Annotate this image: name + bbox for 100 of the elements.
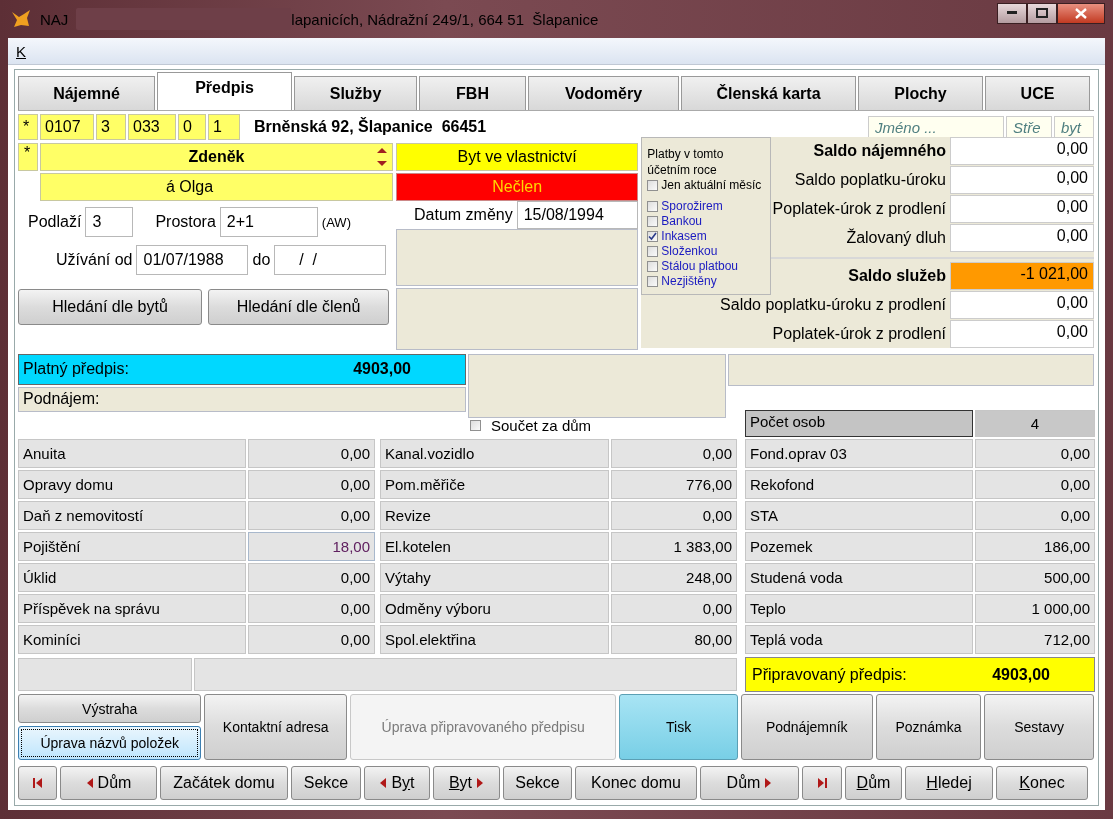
code-field[interactable]: 0107 xyxy=(40,114,94,140)
maximize-icon xyxy=(1036,8,1048,18)
nav-button[interactable]: Byt xyxy=(433,766,500,800)
item-label: Kanal.vozidlo xyxy=(380,439,609,468)
balance-label: Saldo poplatku-úroku z prodlení xyxy=(720,296,946,314)
item-label: Pozemek xyxy=(745,532,973,561)
nav-button[interactable]: Sekce xyxy=(503,766,572,800)
tab[interactable]: Služby xyxy=(294,76,417,110)
item-value[interactable]: 0,00 xyxy=(248,563,375,592)
item-value[interactable]: 0,00 xyxy=(248,625,375,654)
tab[interactable]: Nájemné xyxy=(18,76,155,110)
balance-label: Poplatek-úrok z prodlení xyxy=(772,200,946,218)
item-label: Odměny výboru xyxy=(380,594,609,623)
persons-value: 4 xyxy=(975,410,1095,437)
item-value[interactable]: 0,00 xyxy=(611,501,737,530)
item-value[interactable]: 0,00 xyxy=(611,594,737,623)
nav-button[interactable]: Dům xyxy=(845,766,902,800)
action-button[interactable]: Poznámka xyxy=(875,694,982,760)
item-value[interactable]: 0,00 xyxy=(248,594,375,623)
tab[interactable]: Předpis xyxy=(157,72,292,110)
nav-button[interactable]: Byt xyxy=(364,766,430,800)
item-value[interactable]: 0,00 xyxy=(975,501,1095,530)
nav-button[interactable]: Dům xyxy=(700,766,799,800)
nav-button[interactable]: Sekce xyxy=(291,766,361,800)
code-field[interactable]: * xyxy=(18,114,38,140)
action-button[interactable]: Podnájemník xyxy=(740,694,873,760)
item-label: Příspěvek na správu xyxy=(18,594,246,623)
nav-button[interactable]: Dům xyxy=(60,766,157,800)
checkbox[interactable] xyxy=(647,201,659,212)
tab[interactable]: Vodoměry xyxy=(528,76,679,110)
item-value[interactable]: 80,00 xyxy=(611,625,737,654)
item-value[interactable]: 0,00 xyxy=(975,439,1095,468)
usage-to-label: do xyxy=(252,251,271,269)
tab[interactable]: Členská karta xyxy=(681,76,856,110)
code-field[interactable]: 1 xyxy=(208,114,240,140)
item-value[interactable]: 248,00 xyxy=(611,563,737,592)
checkbox[interactable] xyxy=(647,261,659,272)
tab[interactable]: FBH xyxy=(419,76,526,110)
checkbox[interactable] xyxy=(470,420,481,431)
maximize-button[interactable] xyxy=(1027,2,1057,24)
item-value[interactable]: 0,00 xyxy=(248,501,375,530)
menu-item[interactable]: K xyxy=(14,42,28,60)
balance-value: 0,00 xyxy=(950,320,1094,348)
item-value[interactable]: 776,00 xyxy=(611,470,737,499)
action-button[interactable]: Úprava názvů položek xyxy=(18,726,202,760)
item-value[interactable]: 18,00 xyxy=(248,532,375,561)
spinner-icon[interactable] xyxy=(376,147,388,167)
nav-button[interactable]: Hledej xyxy=(905,766,993,800)
nav-button[interactable] xyxy=(18,766,57,800)
code-field[interactable]: 033 xyxy=(128,114,176,140)
checkbox[interactable] xyxy=(647,246,659,257)
tab[interactable]: Plochy xyxy=(858,76,983,110)
item-value[interactable]: 712,00 xyxy=(975,625,1095,654)
item-value[interactable]: 186,00 xyxy=(975,532,1095,561)
search-field[interactable]: byt xyxy=(1054,115,1094,139)
minimize-icon xyxy=(1007,11,1017,15)
payments-title: Platby v tomto účetním roce xyxy=(647,146,725,178)
app-name: NAJ xyxy=(40,10,69,28)
action-button[interactable]: Výstraha xyxy=(18,694,202,723)
action-button[interactable]: Sestavy xyxy=(984,694,1094,760)
search-field[interactable]: Jméno ... xyxy=(868,115,1004,139)
usage-from-field[interactable]: 01/07/1988 xyxy=(136,245,249,275)
nav-button[interactable]: Začátek domu xyxy=(160,766,288,800)
checkbox[interactable] xyxy=(647,180,659,191)
first-name: Zdeněk xyxy=(188,148,245,166)
tab[interactable]: UCE xyxy=(985,76,1090,110)
action-button[interactable]: Tisk xyxy=(619,694,738,760)
item-value[interactable]: 0,00 xyxy=(248,439,375,468)
checkbox[interactable] xyxy=(647,276,659,287)
item-value[interactable]: 0,00 xyxy=(248,470,375,499)
item-label: Teplo xyxy=(745,594,973,623)
nav-button[interactable]: Konec domu xyxy=(575,766,697,800)
ownership-status: Byt ve vlastnictví xyxy=(396,143,639,171)
nav-button[interactable]: Konec xyxy=(996,766,1088,800)
last-record-icon xyxy=(816,777,828,789)
code-field[interactable]: 0 xyxy=(178,114,206,140)
item-value[interactable]: 1 000,00 xyxy=(975,594,1095,623)
change-date-field[interactable]: 15/08/1994 xyxy=(516,201,639,229)
item-value[interactable]: 0,00 xyxy=(611,439,737,468)
item-value[interactable]: 1 383,00 xyxy=(611,532,737,561)
usage-to-field[interactable]: / / xyxy=(274,245,387,275)
minimize-button[interactable] xyxy=(997,2,1027,24)
space-field[interactable]: 2+1 xyxy=(219,207,318,237)
floor-field[interactable]: 3 xyxy=(85,207,134,237)
item-label: Anuita xyxy=(18,439,246,468)
usage-label: Užívání od xyxy=(56,251,133,269)
item-label: Výtahy xyxy=(380,563,609,592)
action-button[interactable]: Kontaktní adresa xyxy=(204,694,348,760)
search-field[interactable]: Stře xyxy=(1006,115,1052,139)
item-value[interactable]: 0,00 xyxy=(975,470,1095,499)
checkbox[interactable] xyxy=(647,231,659,242)
nav-button[interactable] xyxy=(802,766,842,800)
code-field[interactable]: 3 xyxy=(96,114,126,140)
balance-value: -1 021,00 xyxy=(950,262,1094,290)
close-button[interactable] xyxy=(1057,2,1105,24)
checkbox[interactable] xyxy=(647,216,659,227)
balance-value: 0,00 xyxy=(950,137,1094,165)
search-button[interactable]: Hledání dle bytů xyxy=(18,289,202,325)
search-button[interactable]: Hledání dle členů xyxy=(208,289,389,325)
item-value[interactable]: 500,00 xyxy=(975,563,1095,592)
